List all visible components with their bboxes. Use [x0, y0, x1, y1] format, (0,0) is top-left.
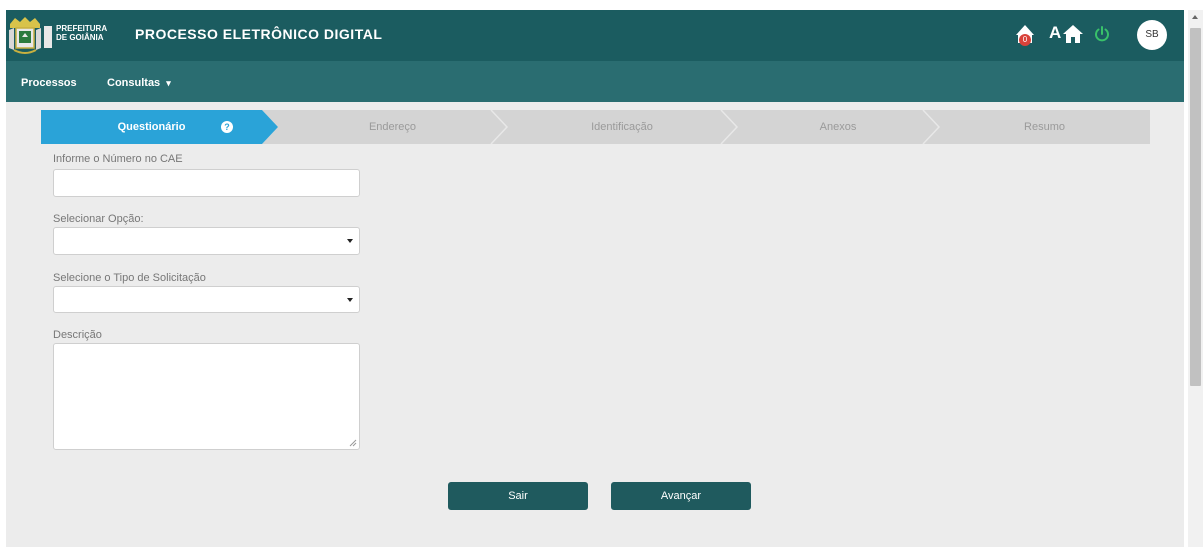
descricao-textarea[interactable] [53, 343, 360, 450]
power-logout-icon[interactable] [1092, 24, 1112, 44]
step-identificacao-label: Identificação [591, 121, 653, 133]
opcao-label: Selecionar Opção: [53, 213, 144, 225]
user-avatar[interactable]: SB [1137, 20, 1167, 50]
step-resumo[interactable]: Resumo [939, 110, 1150, 144]
wizard-stepper: Questionário ? Endereço Identificação An… [41, 110, 1150, 144]
sair-button[interactable]: Sair [448, 482, 588, 510]
step-identificacao[interactable]: Identificação [507, 110, 737, 144]
nav-consultas-label: Consultas [107, 77, 161, 89]
descricao-label: Descrição [53, 329, 102, 341]
org-name-line2: DE GOIÂNIA [56, 33, 104, 42]
vertical-scrollbar[interactable] [1188, 10, 1203, 547]
nav-processos[interactable]: Processos [21, 61, 77, 102]
home-icon[interactable] [1062, 24, 1084, 44]
top-header: PREFEITURA DE GOIÂNIA PROCESSO ELETRÔNIC… [6, 10, 1184, 61]
scrollbar-thumb[interactable] [1190, 28, 1201, 386]
help-question-icon[interactable]: ? [221, 121, 233, 133]
step-anexos-label: Anexos [819, 121, 857, 133]
main-nav: Processos Consultas ▾ [6, 61, 1184, 102]
org-name-line1: PREFEITURA [56, 24, 108, 33]
notification-count-badge: 0 [1019, 34, 1031, 46]
scroll-up-arrow-icon[interactable] [1192, 15, 1198, 19]
nav-consultas[interactable]: Consultas ▾ [107, 61, 171, 102]
caret-down-icon [347, 239, 353, 243]
tipo-label: Selecione o Tipo de Solicitação [53, 272, 206, 284]
resize-handle-icon[interactable] [349, 439, 357, 447]
org-name: PREFEITURA DE GOIÂNIA [56, 24, 107, 42]
step-endereco[interactable]: Endereço [278, 110, 507, 144]
step-questionario-label: Questionário [117, 121, 186, 133]
opcao-select[interactable] [53, 227, 360, 255]
tipo-solicitacao-select[interactable] [53, 286, 360, 313]
font-size-icon[interactable]: A [1049, 23, 1061, 43]
caret-down-icon [347, 298, 353, 302]
cae-label: Informe o Número no CAE [53, 153, 183, 165]
app-window: PREFEITURA DE GOIÂNIA PROCESSO ELETRÔNIC… [6, 10, 1184, 547]
city-emblem-logo [6, 12, 56, 58]
cae-number-input[interactable] [53, 169, 360, 197]
chevron-down-icon: ▾ [166, 78, 171, 88]
page-title: PROCESSO ELETRÔNICO DIGITAL [135, 26, 383, 42]
step-resumo-label: Resumo [1024, 121, 1065, 133]
step-anexos[interactable]: Anexos [737, 110, 939, 144]
avancar-button[interactable]: Avançar [611, 482, 751, 510]
accessibility-home-icon[interactable]: A [1049, 23, 1083, 45]
step-endereco-label: Endereço [368, 121, 417, 133]
